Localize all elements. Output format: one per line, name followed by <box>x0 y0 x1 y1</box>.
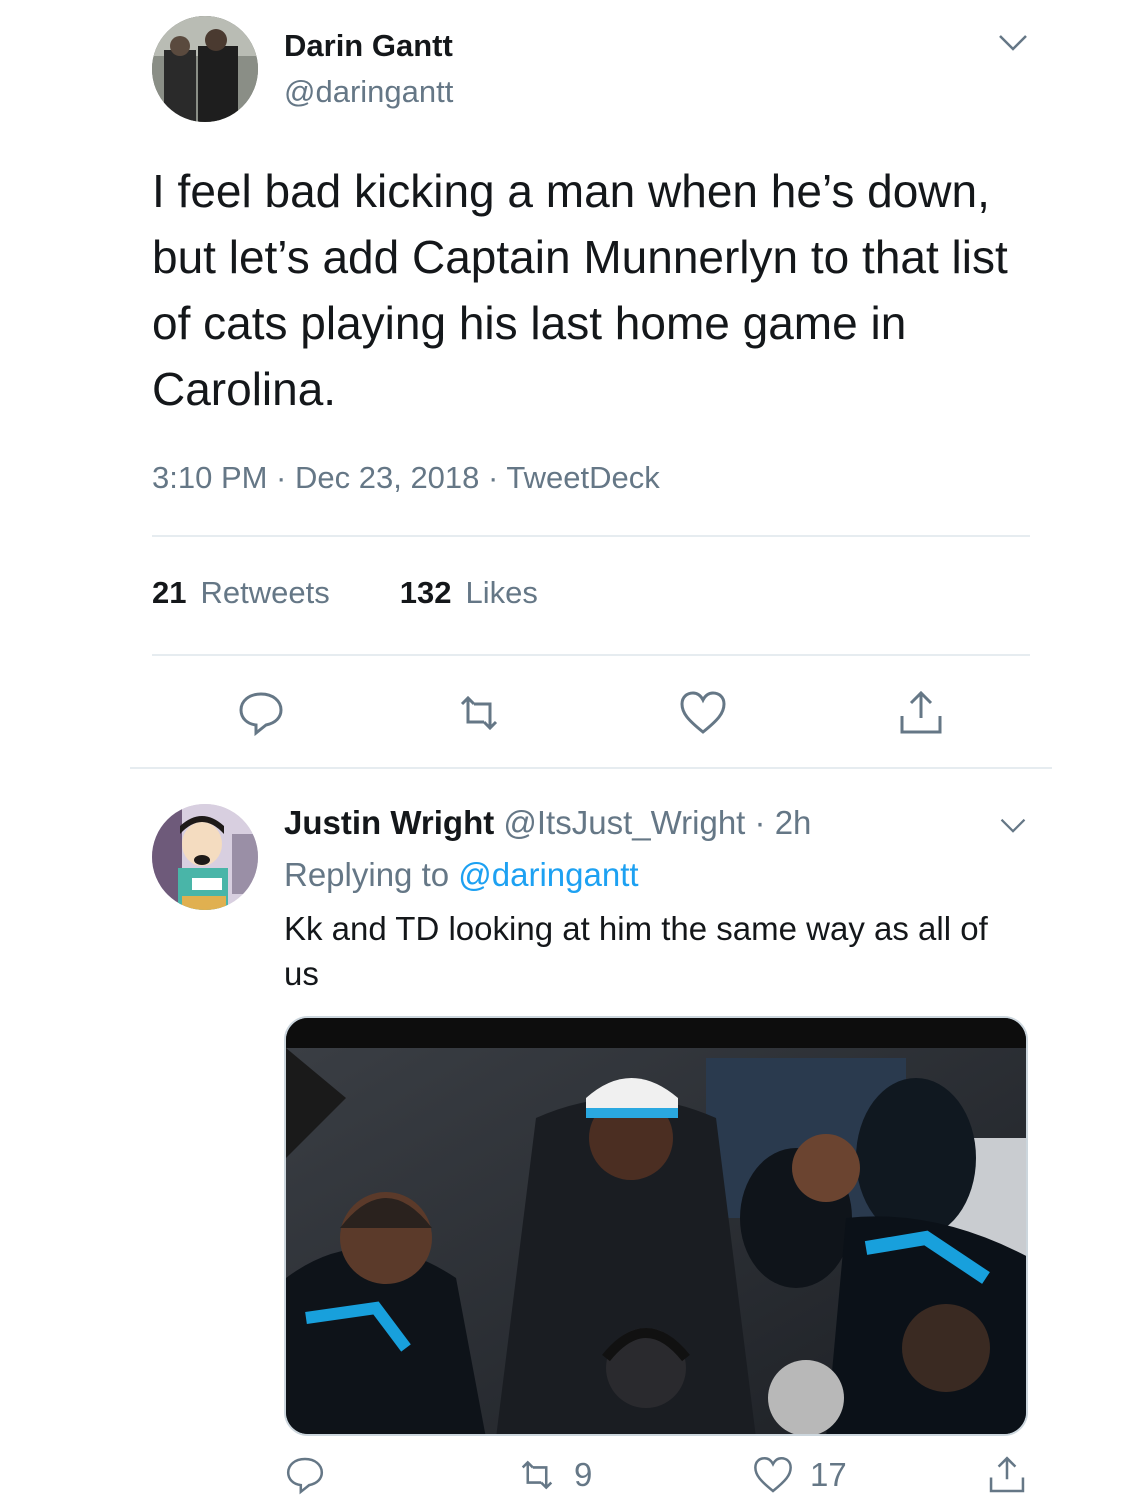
share-button[interactable] <box>986 1454 1028 1496</box>
reply-icon <box>286 1457 324 1495</box>
reply-author-avatar[interactable] <box>152 804 258 910</box>
like-icon[interactable] <box>678 688 728 738</box>
likes-count: 132 <box>399 575 452 610</box>
replying-mention[interactable]: @daringantt <box>458 856 638 893</box>
tweet-meta: 3:10 PM · Dec 23, 2018 · TweetDeck <box>152 460 660 495</box>
author-avatar[interactable] <box>152 16 258 122</box>
retweets-stat[interactable]: 21 Retweets <box>152 575 330 611</box>
tweet-stats: 21 Retweets 132 Likes <box>152 575 538 611</box>
like-icon <box>754 1456 792 1493</box>
reply-text: Kk and TD looking at him the same way as… <box>284 910 988 992</box>
chevron-down-icon[interactable] <box>998 814 1028 836</box>
divider <box>130 767 1052 769</box>
tweet-text: I feel bad kicking a man when he’s down,… <box>152 165 1008 415</box>
replying-prefix: Replying to <box>284 856 450 893</box>
like-button[interactable]: 17 <box>752 1454 847 1496</box>
divider <box>152 654 1030 656</box>
retweet-count: 9 <box>574 1456 593 1493</box>
author-handle[interactable]: @daringantt <box>284 74 453 110</box>
reply-author-handle[interactable]: @ItsJust_Wright <box>503 804 745 841</box>
main-tweet: Darin Gantt @daringantt I feel bad kicki… <box>0 0 1125 770</box>
replying-to: Replying to @daringantt <box>284 856 639 894</box>
reply-time: 2h <box>774 804 812 841</box>
retweets-label: Retweets <box>200 575 330 610</box>
share-icon[interactable] <box>896 688 946 738</box>
share-icon <box>989 1456 1025 1493</box>
divider <box>152 535 1030 537</box>
likes-stat[interactable]: 132 Likes <box>400 575 538 611</box>
retweet-icon[interactable] <box>454 688 504 738</box>
reply-tweet[interactable]: Justin Wright @ItsJust_Wright · 2h Reply… <box>0 770 1125 1507</box>
reply-icon[interactable] <box>236 688 286 738</box>
chevron-down-icon[interactable] <box>996 30 1030 54</box>
like-count: 17 <box>810 1456 847 1493</box>
retweets-count: 21 <box>152 575 187 610</box>
reply-author-name[interactable]: Justin Wright <box>284 804 494 841</box>
separator: · <box>754 804 766 841</box>
reply-header: Justin Wright @ItsJust_Wright · 2h <box>284 804 811 842</box>
retweet-icon <box>521 1460 553 1490</box>
author-name[interactable]: Darin Gantt <box>284 28 453 64</box>
likes-label: Likes <box>465 575 538 610</box>
reply-button[interactable] <box>284 1454 326 1496</box>
reply-media-photo[interactable] <box>284 1016 1028 1436</box>
retweet-button[interactable]: 9 <box>516 1454 592 1496</box>
